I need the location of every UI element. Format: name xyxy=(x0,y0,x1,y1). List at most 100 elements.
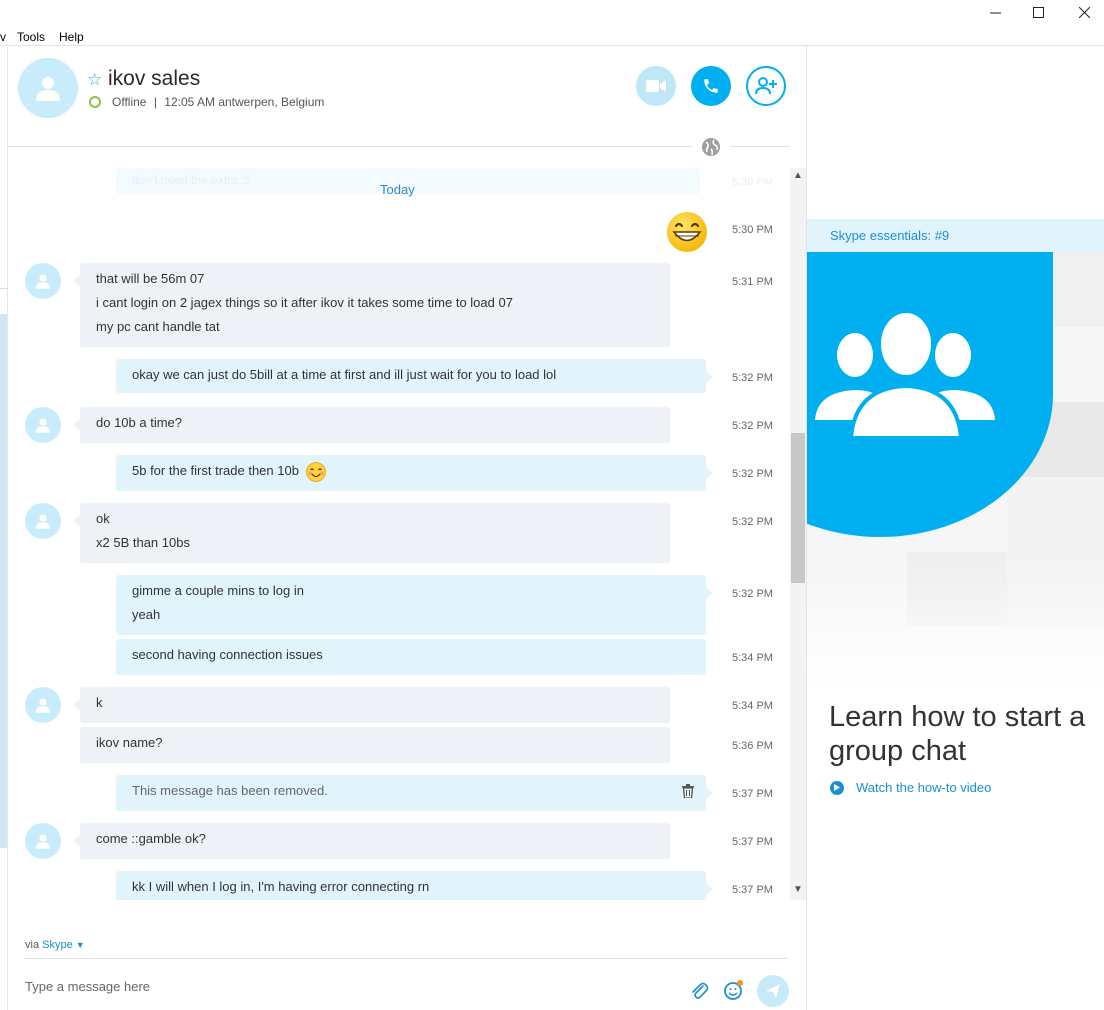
header-divider xyxy=(8,146,692,147)
message-time: 5:37 PM xyxy=(732,788,773,800)
via-service-selector[interactable]: via Skype ▼ xyxy=(25,939,85,951)
add-people-button[interactable] xyxy=(746,66,786,106)
menu-help[interactable]: Help xyxy=(59,30,84,44)
removed-message[interactable]: This message has been removed. xyxy=(116,775,713,811)
chevron-down-icon: ▼ xyxy=(75,940,85,950)
video-call-icon xyxy=(646,80,666,92)
contact-avatar-small[interactable] xyxy=(25,263,61,299)
video-call-button[interactable] xyxy=(636,66,676,106)
contact-avatar-small[interactable] xyxy=(25,407,61,443)
essentials-banner[interactable]: Skype essentials: #9 xyxy=(807,219,1104,252)
close-icon xyxy=(1078,6,1090,18)
person-icon xyxy=(35,418,51,433)
message-text: second having connection issues xyxy=(132,647,323,662)
header-divider-right xyxy=(730,146,790,147)
person-icon xyxy=(36,77,60,101)
message-time: 5:30 PM xyxy=(732,224,773,236)
message-time: 5:32 PM xyxy=(732,420,773,432)
faded-message-time: 5:30 PM xyxy=(732,176,773,188)
message-text: come ::gamble ok? xyxy=(96,831,206,846)
minimize-button[interactable] xyxy=(972,0,1018,24)
promo-headline: Learn how to start a group chat xyxy=(829,701,1086,767)
message-text: k xyxy=(96,695,103,710)
message-time: 5:32 PM xyxy=(732,588,773,600)
person-icon xyxy=(35,514,51,529)
incoming-message[interactable]: do 10b a time? xyxy=(73,407,670,443)
date-separator: Today xyxy=(380,182,415,197)
incoming-message[interactable]: k xyxy=(73,687,670,723)
message-text: 5b for the first trade then 10b xyxy=(132,463,299,478)
scroll-thumb[interactable] xyxy=(791,433,805,583)
incoming-message[interactable]: come ::gamble ok? xyxy=(73,823,670,859)
send-icon xyxy=(766,984,780,998)
via-service: Skype xyxy=(42,939,73,951)
incoming-message[interactable]: ikov name? xyxy=(80,727,670,763)
via-prefix: via xyxy=(25,939,40,951)
attach-file-button[interactable] xyxy=(687,978,711,1002)
composer-divider xyxy=(25,958,788,959)
message-input[interactable] xyxy=(25,974,665,998)
message-time: 5:32 PM xyxy=(732,468,773,480)
contact-name[interactable]: ikov sales xyxy=(108,67,200,91)
message-text: do 10b a time? xyxy=(96,415,183,430)
message-text: x2 5B than 10bs xyxy=(96,535,190,550)
grin-emoji-icon xyxy=(667,212,707,252)
outgoing-message[interactable]: 5b for the first trade then 10b xyxy=(116,455,713,491)
person-icon xyxy=(35,274,51,289)
contact-avatar-small[interactable] xyxy=(25,687,61,723)
trash-icon[interactable] xyxy=(682,784,694,798)
message-time: 5:37 PM xyxy=(732,884,773,896)
contact-avatar-small[interactable] xyxy=(25,823,61,859)
contact-avatar[interactable] xyxy=(18,58,78,118)
maximize-button[interactable] xyxy=(1015,0,1061,24)
message-list[interactable]: don't need the extra .5 5:30 PM Today 5:… xyxy=(8,168,790,900)
message-time: 5:31 PM xyxy=(732,276,773,288)
edge-divider xyxy=(0,288,8,289)
close-button[interactable] xyxy=(1061,0,1104,24)
fade-overlay xyxy=(807,546,1104,696)
message-text: ikov name? xyxy=(96,735,163,750)
offline-status-icon xyxy=(89,96,101,108)
scroll-down-arrow-icon[interactable]: ▼ xyxy=(793,884,803,895)
message-time: 5:34 PM xyxy=(732,700,773,712)
menu-view[interactable]: v xyxy=(0,30,6,44)
message-text: that will be 56m 07 xyxy=(96,271,205,286)
message-text: okay we can just do 5bill at a time at f… xyxy=(132,367,557,382)
incoming-message[interactable]: that will be 56m 07 i cant login on 2 ja… xyxy=(73,263,670,347)
contact-list-edge xyxy=(0,46,8,1010)
local-time: 12:05 AM antwerpen, Belgium xyxy=(164,95,325,109)
person-icon xyxy=(35,698,51,713)
incoming-message[interactable]: ok x2 5B than 10bs xyxy=(73,503,670,563)
add-people-icon xyxy=(755,77,777,95)
chat-scrollbar[interactable]: ▲ ▼ xyxy=(790,168,806,900)
maximize-icon xyxy=(1032,6,1044,18)
phone-icon xyxy=(704,79,718,93)
send-button[interactable] xyxy=(757,975,789,1007)
presence-status: Offline xyxy=(112,95,147,109)
call-button[interactable] xyxy=(691,66,731,106)
star-icon[interactable]: ☆ xyxy=(87,70,102,90)
minimize-icon xyxy=(989,12,1001,13)
person-icon xyxy=(35,834,51,849)
outgoing-message[interactable]: okay we can just do 5bill at a time at f… xyxy=(116,359,713,393)
emoticon-button[interactable] xyxy=(722,978,746,1002)
paperclip-icon xyxy=(692,982,709,999)
message-time: 5:32 PM xyxy=(732,372,773,384)
message-text: my pc cant handle tat xyxy=(96,319,220,334)
emoticon-icon xyxy=(724,980,743,1000)
watch-video-label: Watch the how-to video xyxy=(856,780,992,795)
message-text: ok xyxy=(96,511,110,526)
menu-tools[interactable]: Tools xyxy=(17,30,45,44)
outgoing-message[interactable]: second having connection issues xyxy=(116,639,706,675)
message-text: yeah xyxy=(132,607,161,622)
scroll-up-arrow-icon[interactable]: ▲ xyxy=(793,170,803,181)
contact-avatar-small[interactable] xyxy=(25,503,61,539)
message-time: 5:32 PM xyxy=(732,516,773,528)
message-time: 5:34 PM xyxy=(732,652,773,664)
side-panel: Skype essentials: #9 Learn how to start … xyxy=(807,46,1104,1010)
menu-bar: v Tools Help xyxy=(0,28,806,46)
watch-video-link[interactable]: Watch the how-to video xyxy=(830,780,991,795)
outgoing-message[interactable]: gimme a couple mins to log in yeah xyxy=(116,575,713,635)
globe-icon[interactable] xyxy=(700,136,722,158)
outgoing-message[interactable]: kk I will when I log in, I'm having erro… xyxy=(116,871,713,900)
